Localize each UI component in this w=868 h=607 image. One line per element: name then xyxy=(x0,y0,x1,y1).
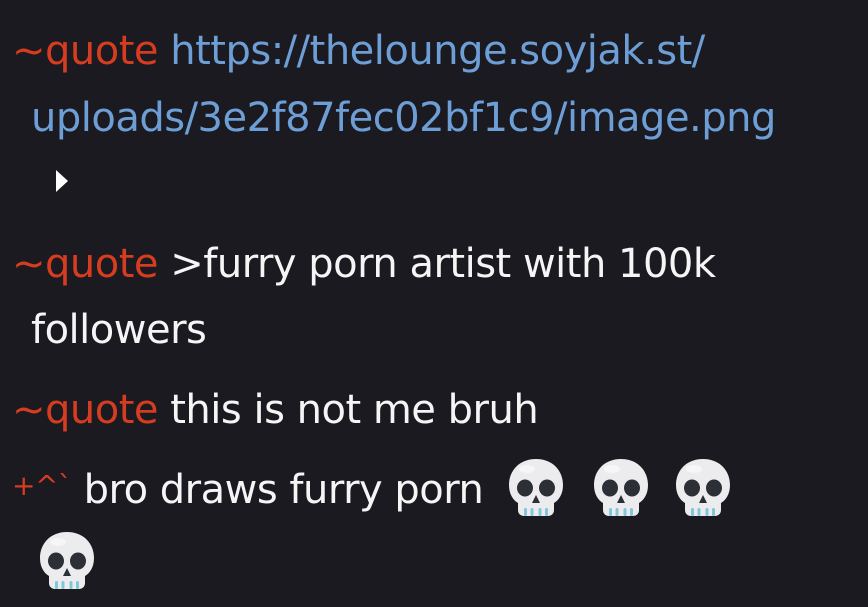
nick-label[interactable]: ~quote xyxy=(12,387,159,433)
chat-log: ~quote https://thelounge.soyjak.st/ uplo… xyxy=(0,0,868,607)
nick-label[interactable]: ~quote xyxy=(12,241,159,287)
message-line: ~quote https://thelounge.soyjak.st/ xyxy=(12,31,705,71)
message-link-continued[interactable]: uploads/3e2f87fec02bf1c9/image.png xyxy=(31,95,776,141)
skull-icon xyxy=(36,530,98,594)
message-line-continued: followers xyxy=(31,307,207,353)
skull-icon xyxy=(672,457,734,521)
nick-label[interactable]: +^` xyxy=(12,469,72,502)
message-line: +^` bro draws furry porn xyxy=(12,467,484,513)
message-text-continued: followers xyxy=(31,307,207,353)
message-text: bro draws furry porn xyxy=(83,467,484,513)
message-link[interactable]: https://thelounge.soyjak.st/ xyxy=(170,28,705,74)
play-triangle-icon[interactable] xyxy=(54,168,70,194)
message-line: ~quote this is not me bruh xyxy=(12,387,539,433)
message-line-continued: uploads/3e2f87fec02bf1c9/image.png xyxy=(31,98,776,138)
nick-label[interactable]: ~quote xyxy=(12,28,159,74)
message-text: this is not me bruh xyxy=(170,387,539,433)
message-text: >furry porn artist with 100k xyxy=(170,241,716,287)
skull-icon xyxy=(590,457,652,521)
skull-icon xyxy=(505,457,567,521)
message-line: ~quote >furry porn artist with 100k xyxy=(12,244,716,284)
